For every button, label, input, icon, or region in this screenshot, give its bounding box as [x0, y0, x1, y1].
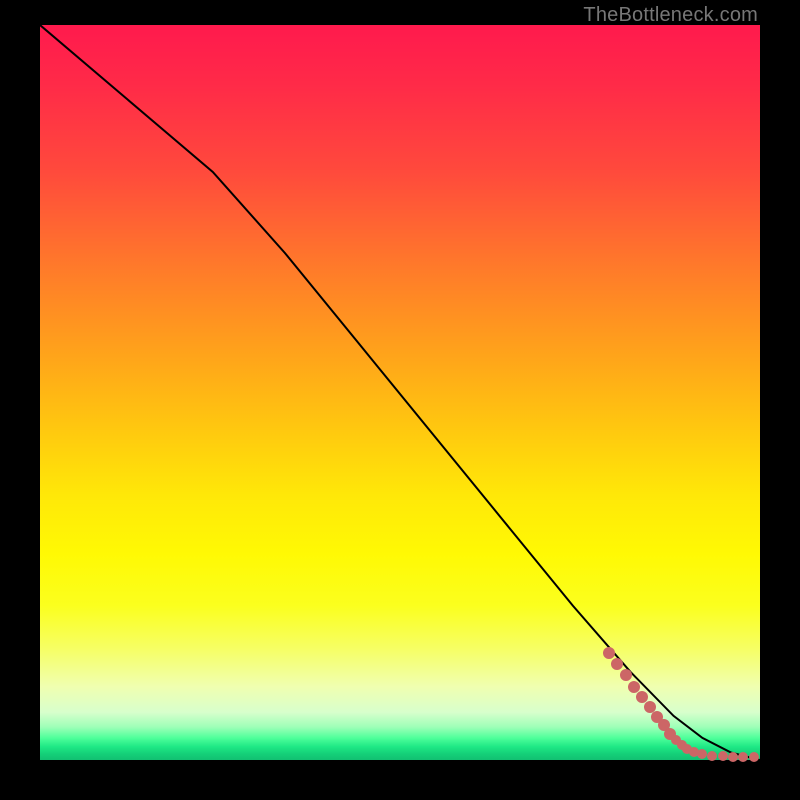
scatter-point — [728, 752, 738, 762]
scatter-point — [718, 751, 728, 761]
scatter-point — [620, 669, 632, 681]
scatter-point — [603, 647, 615, 659]
scatter-point — [749, 752, 759, 762]
plot-area — [40, 25, 760, 760]
scatter-point — [738, 752, 748, 762]
scatter-point — [707, 751, 717, 761]
scatter-point — [611, 658, 623, 670]
attribution-label: TheBottleneck.com — [583, 4, 758, 27]
points-layer — [40, 25, 760, 760]
chart-frame: TheBottleneck.com — [0, 0, 800, 800]
